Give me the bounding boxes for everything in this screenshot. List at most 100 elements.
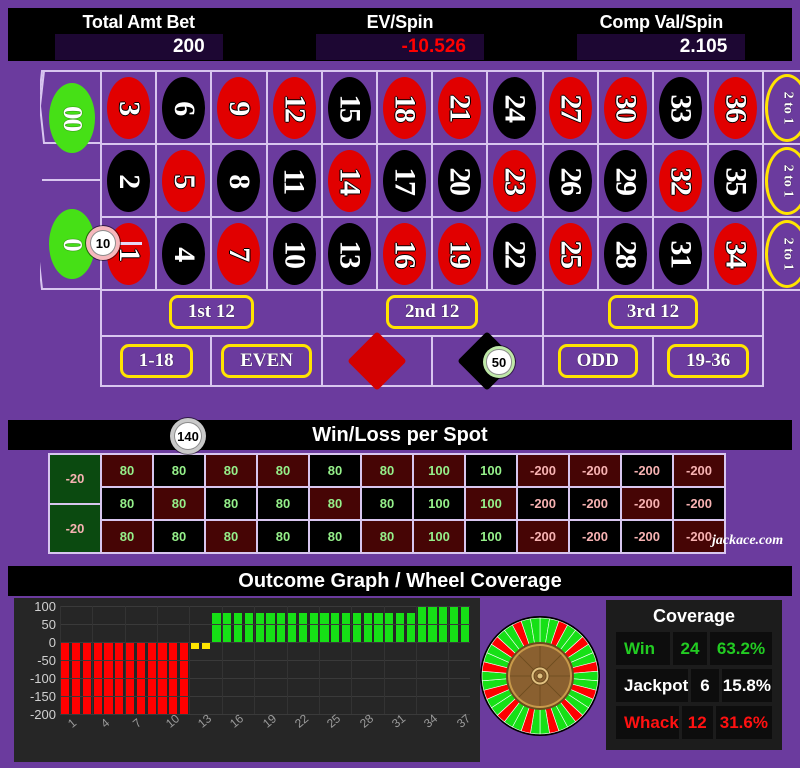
bet-cell-27[interactable]: 27 [543,72,599,145]
chart-vertical-gridline [157,606,159,714]
chart-bar [320,613,329,642]
stat-comp-val-per-spin: Comp Val/Spin 2.105 [531,8,792,61]
bet-cell-33[interactable]: 33 [653,72,710,145]
bet-cell-14[interactable]: 14 [322,145,378,218]
bet-cell-9[interactable]: 9 [212,72,268,145]
bet-cell-28[interactable]: 28 [598,218,654,291]
win-loss-section: Win/Loss per Spot -20 -20 80 80 80 80 80 80 80… [0,420,800,560]
bet-cell-8[interactable]: 8 [212,145,268,218]
outside-pill: 1-18 [119,344,193,378]
bet-cell-6[interactable]: 6 [157,72,213,145]
bet-cell-2[interactable]: 2 [102,145,158,218]
chart-vertical-gridline [318,606,320,714]
coverage-count: 24 [673,632,707,665]
bet-cell-26[interactable]: 26 [543,145,599,218]
bet-cell-7[interactable]: 7 [212,218,268,291]
win-loss-cell: -200 [570,521,620,552]
number-oval: 26 [548,149,592,212]
win-loss-cell: 80 [310,455,360,486]
chart-y-tick: -50 [37,653,56,668]
bet-cell-36[interactable]: 36 [709,72,765,145]
bet-cell-19-36[interactable]: 19-36 [653,337,765,387]
coverage-row: Jackpot 6 15.8% [616,669,772,702]
bet-cell-17[interactable]: 17 [377,145,434,218]
chart-bar [352,613,361,642]
chart-bar [266,613,275,642]
win-loss-cell: 100 [414,488,464,519]
bet-cell-11[interactable]: 11 [267,145,323,218]
outside-label: 19-36 [685,350,731,371]
bet-cell-29[interactable]: 29 [598,145,654,218]
win-loss-cell: 80 [154,455,204,486]
chip-value: 140 [174,422,202,450]
bet-cell-3[interactable]: 3 [102,72,158,145]
chart-vertical-gridline [124,606,126,714]
chip-10[interactable]: 10 [86,226,120,260]
bet-cell-column-3[interactable]: 2 to 1 [764,218,800,291]
bet-cell-34[interactable]: 34 [709,218,765,291]
chart-gridline [60,624,470,625]
bet-cell-red-diamond[interactable] [322,331,434,391]
roulette-analyzer-page: Total Amt Bet 200 EV/Spin -10.526 Comp V… [0,0,800,768]
chart-y-tick: -100 [29,671,56,686]
dozen-bets: 1st 12 2nd 12 3rd 12 [100,289,765,337]
outside-label: EVEN [240,350,293,371]
number-oval: 17 [383,149,427,212]
bet-cell-double-zero[interactable]: 00 [49,83,95,153]
bet-cell-5[interactable]: 5 [157,145,213,218]
number-grid: 3 6 9 12 15 18 21 24 27 30 33 36 2 5 8 11 14 17 20 23 26 29 32… [100,70,765,291]
bet-cell-12[interactable]: 12 [267,72,323,145]
bet-cell-dozen-2[interactable]: 2nd 12 [322,289,544,337]
number-oval: 22 [493,222,537,285]
bet-cell-dozen-1[interactable]: 1st 12 [102,289,323,337]
stats-header: Total Amt Bet 200 EV/Spin -10.526 Comp V… [8,8,792,61]
number-oval: 12 [272,76,316,139]
bet-cell-even[interactable]: EVEN [212,337,323,387]
number-oval: 25 [548,222,592,285]
bet-cell-13[interactable]: 13 [322,218,378,291]
number-label: 19 [443,240,477,267]
stat-value-box: 200 [54,34,223,60]
bet-cell-column-1[interactable]: 2 to 1 [764,72,800,145]
number-oval: 36 [714,76,758,139]
column-bets: 2 to 1 2 to 1 2 to 1 [762,70,800,291]
bet-cell-column-2[interactable]: 2 to 1 [764,145,800,218]
number-label: 2 [112,173,146,188]
bet-cell-24[interactable]: 24 [488,72,544,145]
bet-cell-22[interactable]: 22 [488,218,544,291]
win-loss-cell: 80 [102,455,152,486]
win-loss-cell: 80 [206,488,256,519]
bet-cell-32[interactable]: 32 [653,145,710,218]
chart-bar [309,613,318,642]
bet-cell-19[interactable]: 19 [433,218,489,291]
bet-cell-23[interactable]: 23 [488,145,544,218]
bet-cell-dozen-3[interactable]: 3rd 12 [543,289,765,337]
number-label: 36 [719,94,753,121]
outcome-title: Outcome Graph / Wheel Coverage [238,569,562,592]
bet-cell-21[interactable]: 21 [433,72,489,145]
win-loss-cell: 80 [310,488,360,519]
bet-cell-16[interactable]: 16 [377,218,434,291]
bet-cell-18[interactable]: 18 [377,72,434,145]
bet-cell-odd[interactable]: ODD [543,337,654,387]
bet-cell-10[interactable]: 10 [267,218,323,291]
bet-cell-35[interactable]: 35 [709,145,765,218]
dozen-label: 3rd 12 [626,301,680,322]
chart-vertical-gridline [189,606,191,714]
bet-cell-30[interactable]: 30 [598,72,654,145]
coverage-label: Jackpot [616,669,689,702]
win-loss-cell: 100 [414,521,464,552]
chip-50[interactable]: 50 [483,346,515,378]
number-oval: 16 [383,222,427,285]
number-oval: 18 [383,76,427,139]
win-loss-cell: 80 [258,521,308,552]
bet-cell-1-18[interactable]: 1-18 [102,337,213,387]
bet-cell-15[interactable]: 15 [322,72,378,145]
bet-cell-25[interactable]: 25 [543,218,599,291]
number-label: 13 [333,240,367,267]
chip-140[interactable]: 140 [170,418,206,454]
bet-cell-4[interactable]: 4 [157,218,213,291]
bet-cell-20[interactable]: 20 [433,145,489,218]
number-label: 10 [278,240,312,267]
bet-cell-31[interactable]: 31 [653,218,710,291]
